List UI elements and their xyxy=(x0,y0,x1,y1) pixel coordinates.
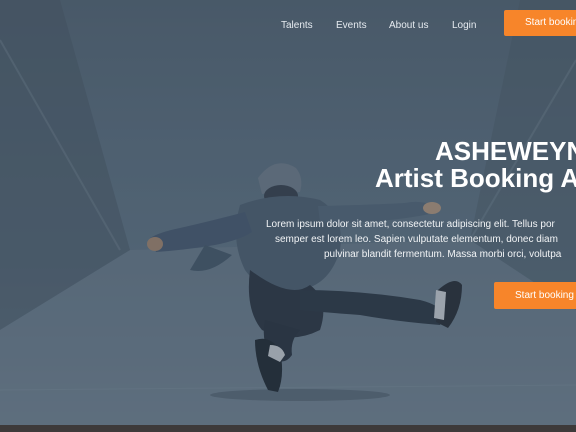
hero-overlay xyxy=(0,0,576,425)
hero-description-line1: Lorem ipsum dolor sit amet, consectetur … xyxy=(266,219,555,230)
nav-link-about-us[interactable]: About us xyxy=(389,20,428,31)
hero-title-line2: Artist Booking Ap xyxy=(375,163,576,193)
hero-section xyxy=(0,0,576,425)
start-booking-hero-button[interactable]: Start booking xyxy=(494,282,576,309)
nav-link-talents[interactable]: Talents xyxy=(281,20,313,31)
hero-description-line3: pulvinar blandit fermentum. Massa morbi … xyxy=(324,249,562,260)
start-booking-nav-button[interactable]: Start booking xyxy=(504,10,576,36)
top-navigation: Talents Events About us Login Start book… xyxy=(0,0,576,50)
nav-link-events[interactable]: Events xyxy=(336,20,367,31)
nav-link-login[interactable]: Login xyxy=(452,20,476,31)
bottom-strip xyxy=(0,425,576,432)
hero-description-line2: semper est lorem leo. Sapien vulputate e… xyxy=(275,234,558,245)
